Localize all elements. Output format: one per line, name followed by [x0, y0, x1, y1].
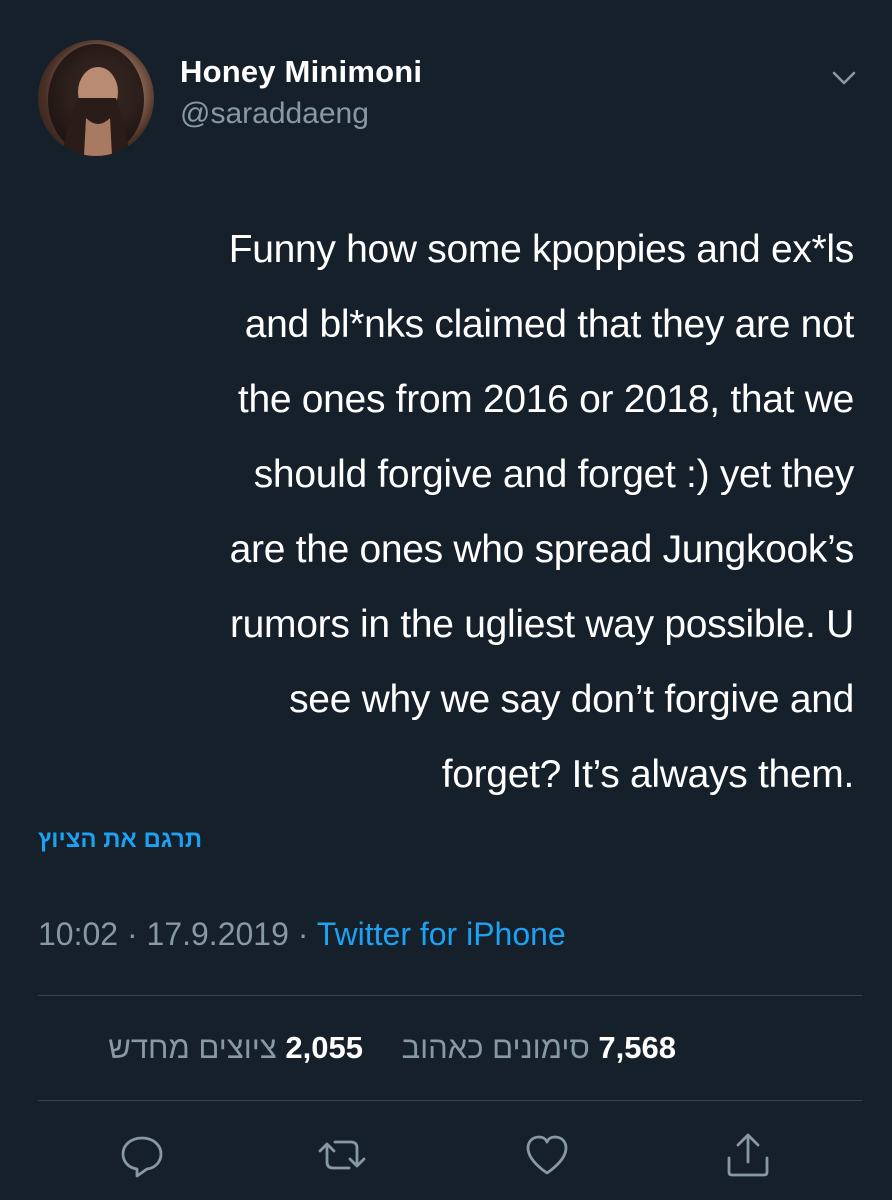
reply-icon[interactable] [117, 1130, 167, 1180]
tweet-text-line: should forgive and forget :) yet they [253, 453, 855, 496]
likes-stat[interactable]: 7,568 סימונים כאהוב [402, 1030, 676, 1066]
tweet-text-line: the ones from 2016 or 2018, that we [237, 378, 854, 421]
divider [38, 995, 862, 996]
avatar[interactable] [38, 40, 154, 156]
tweet-text: Funny how some kpoppies and ex*ls and bl… [40, 212, 855, 812]
retweets-count: 2,055 [285, 1030, 363, 1065]
author-display-name[interactable]: Honey Minimoni [180, 54, 422, 90]
tweet-date: 17.9.2019 [146, 916, 289, 952]
heart-icon[interactable] [522, 1130, 572, 1180]
likes-count: 7,568 [598, 1030, 676, 1065]
tweet-text-line: rumors in the ugliest way possible. U [229, 603, 854, 646]
tweet-stats: 7,568 סימונים כאהוב 2,055 ציוצים מחדש [38, 1030, 676, 1066]
tweet-text-line: Funny how some kpoppies and ex*ls [228, 228, 855, 271]
tweet-text-line: are the ones who spread Jungkook’s [229, 528, 855, 571]
chevron-down-icon[interactable] [826, 64, 862, 92]
avatar-image [48, 44, 144, 156]
likes-label: סימונים כאהוב [401, 1030, 590, 1065]
meta-separator: · [297, 916, 309, 952]
retweet-icon[interactable] [317, 1130, 367, 1180]
action-bar [0, 1130, 892, 1180]
tweet-meta: 10:02 · 17.9.2019 · Twitter for iPhone [38, 916, 566, 953]
meta-separator: · [126, 916, 138, 952]
translate-tweet-link[interactable]: תרגם את הציוץ [38, 826, 202, 854]
share-icon[interactable] [723, 1130, 773, 1180]
author-handle[interactable]: @saraddaeng [180, 97, 369, 131]
retweets-label: ציוצים מחדש [108, 1030, 277, 1065]
tweet-text-line: and bl*nks claimed that they are not [244, 303, 855, 346]
tweet-text-line: see why we say don’t forgive and [289, 678, 854, 721]
tweet-time: 10:02 [38, 916, 119, 952]
retweets-stat[interactable]: 2,055 ציוצים מחדש [108, 1030, 363, 1066]
tweet-source-link[interactable]: Twitter for iPhone [317, 916, 566, 952]
divider [38, 1100, 862, 1101]
tweet-text-line: forget? It’s always them. [441, 753, 855, 796]
